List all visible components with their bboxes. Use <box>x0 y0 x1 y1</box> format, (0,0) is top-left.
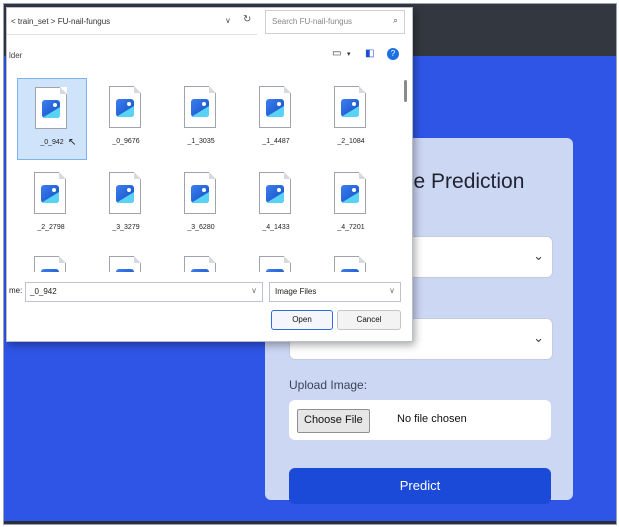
chevron-down-icon: ∨ <box>389 286 395 295</box>
file-item[interactable]: _2_2798 <box>17 164 85 244</box>
filename-label: me: <box>9 286 23 295</box>
file-item[interactable]: _0_9676 <box>92 78 160 158</box>
image-file-icon <box>34 256 66 272</box>
chevron-down-icon[interactable]: ∨ <box>251 286 257 295</box>
view-icon[interactable]: ▭ <box>332 48 341 59</box>
filename-value: _0_942 <box>30 287 57 296</box>
file-item[interactable]: _1_4487 <box>242 78 310 158</box>
mouse-cursor-icon: ↖ <box>68 137 77 148</box>
file-input[interactable]: Choose File No file chosen <box>289 400 551 440</box>
help-icon[interactable]: ? <box>387 48 399 60</box>
search-icon[interactable]: ⌕ <box>393 15 398 26</box>
breadcrumb[interactable]: < train_set > FU-nail-fungus <box>11 17 110 26</box>
image-file-icon <box>184 86 216 128</box>
browser-viewport: se Prediction ⌄ ⌄ Upload Image: Choose F… <box>3 3 617 525</box>
image-file-icon <box>259 256 291 272</box>
file-name: _3_3279 <box>112 224 140 231</box>
choose-file-button[interactable]: Choose File <box>297 409 370 433</box>
cancel-button[interactable]: Cancel <box>337 310 401 330</box>
file-item[interactable] <box>317 248 385 272</box>
upload-image-label: Upload Image: <box>289 378 368 392</box>
dialog-toolbar: lder ▭ ▾ ◧ ? <box>7 48 410 64</box>
image-file-icon <box>184 172 216 214</box>
file-item[interactable]: _1_3035 <box>167 78 235 158</box>
image-file-icon <box>34 172 66 214</box>
chevron-down-icon: ⌄ <box>533 330 544 345</box>
file-name: _0_9676 <box>112 138 140 145</box>
file-type-value: Image Files <box>275 287 317 296</box>
open-button[interactable]: Open <box>271 310 333 330</box>
new-folder-button[interactable]: lder <box>9 51 22 60</box>
predict-button[interactable]: Predict <box>289 468 551 504</box>
card-title: se Prediction <box>403 170 525 193</box>
file-open-dialog: < train_set > FU-nail-fungus ∨ ↻ Search … <box>6 7 413 342</box>
file-item[interactable] <box>92 248 160 272</box>
file-name: _2_2798 <box>37 224 65 231</box>
image-file-icon <box>184 256 216 272</box>
image-file-icon <box>259 172 291 214</box>
no-file-chosen-text: No file chosen <box>397 413 467 425</box>
file-name: _1_4487 <box>262 138 290 145</box>
filename-row: me: _0_942 ∨ Image Files ∨ <box>7 280 410 304</box>
file-name: _3_6280 <box>187 224 215 231</box>
file-item[interactable]: _2_1084 <box>317 78 385 158</box>
image-file-icon <box>259 86 291 128</box>
file-item[interactable] <box>167 248 235 272</box>
file-item[interactable]: _3_6280 <box>167 164 235 244</box>
image-file-icon <box>334 86 366 128</box>
refresh-icon[interactable]: ↻ <box>243 14 251 25</box>
file-grid: _0_942 ↖ _0_9676 _1_3035 _1_4487 _2_1084 _2_27… <box>7 72 402 272</box>
image-file-icon <box>334 256 366 272</box>
file-name: _4_7201 <box>337 224 365 231</box>
file-type-select[interactable]: Image Files ∨ <box>269 282 401 302</box>
file-name: _2_1084 <box>337 138 365 145</box>
file-item[interactable]: _0_942 ↖ <box>17 78 87 160</box>
file-name: _4_1433 <box>262 224 290 231</box>
image-file-icon <box>35 87 67 129</box>
chevron-down-icon[interactable]: ∨ <box>225 16 231 25</box>
search-input[interactable]: Search FU-nail-fungus ⌕ <box>265 10 405 34</box>
page-bottom-edge <box>4 521 616 524</box>
file-item[interactable]: _4_7201 <box>317 164 385 244</box>
file-name: _1_3035 <box>187 138 215 145</box>
preview-pane-icon[interactable]: ◧ <box>365 48 374 59</box>
filename-input[interactable]: _0_942 ∨ <box>25 282 263 302</box>
chevron-down-icon: ⌄ <box>533 248 544 263</box>
image-file-icon <box>109 172 141 214</box>
file-item[interactable]: _4_1433 <box>242 164 310 244</box>
address-bar[interactable]: < train_set > FU-nail-fungus ∨ ↻ <box>7 8 257 35</box>
file-item[interactable]: _3_3279 <box>92 164 160 244</box>
search-placeholder: Search FU-nail-fungus <box>272 17 353 26</box>
view-dropdown-icon[interactable]: ▾ <box>347 50 351 58</box>
image-file-icon <box>109 86 141 128</box>
scrollbar[interactable] <box>404 80 407 102</box>
file-item[interactable] <box>17 248 85 272</box>
image-file-icon <box>334 172 366 214</box>
file-item[interactable] <box>242 248 310 272</box>
image-file-icon <box>109 256 141 272</box>
